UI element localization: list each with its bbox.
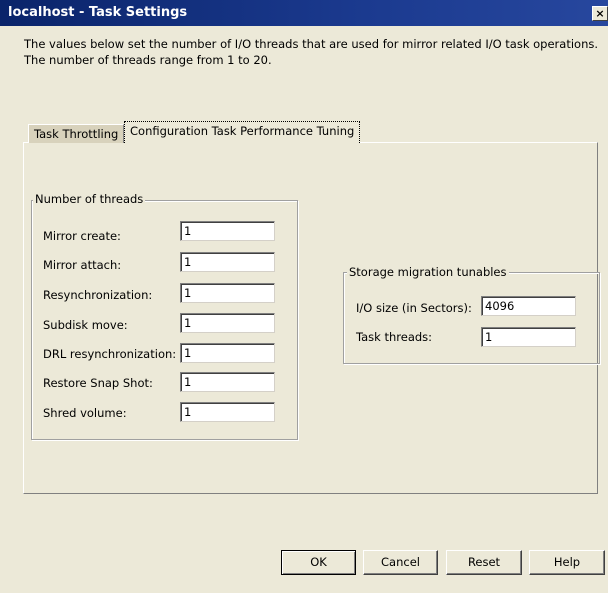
io-size-label: I/O size (in Sectors): xyxy=(356,301,472,315)
subdisk-move-input[interactable]: 1 xyxy=(180,313,275,333)
storage-migration-group xyxy=(343,272,600,364)
resynchronization-label: Resynchronization: xyxy=(43,288,153,302)
mirror-create-label: Mirror create: xyxy=(43,229,121,243)
description: The values below set the number of I/O t… xyxy=(24,36,604,68)
resynchronization-input[interactable]: 1 xyxy=(180,283,275,303)
title-bar: localhost - Task Settings × xyxy=(0,0,608,26)
subdisk-move-label: Subdisk move: xyxy=(43,318,128,332)
tab-configuration-task-performance-tuning[interactable]: Configuration Task Performance Tuning xyxy=(124,121,361,143)
cancel-button[interactable]: Cancel xyxy=(363,550,438,575)
number-of-threads-legend: Number of threads xyxy=(33,192,146,206)
shred-volume-label: Shred volume: xyxy=(43,406,127,420)
reset-button[interactable]: Reset xyxy=(446,550,522,575)
tab-task-throttling[interactable]: Task Throttling xyxy=(28,124,125,143)
restore-snap-shot-input[interactable]: 1 xyxy=(180,372,275,392)
close-icon: × xyxy=(595,7,605,20)
description-line-2: The number of threads range from 1 to 20… xyxy=(24,53,272,67)
task-threads-input[interactable]: 1 xyxy=(481,327,576,347)
window-title: localhost - Task Settings xyxy=(8,5,188,20)
storage-migration-legend: Storage migration tunables xyxy=(347,265,509,279)
help-button[interactable]: Help xyxy=(529,550,605,575)
drl-resynchronization-label: DRL resynchronization: xyxy=(43,347,177,361)
ok-button[interactable]: OK xyxy=(281,550,356,575)
restore-snap-shot-label: Restore Snap Shot: xyxy=(43,376,153,390)
task-threads-label: Task threads: xyxy=(356,330,433,344)
shred-volume-input[interactable]: 1 xyxy=(180,402,275,422)
description-line-1: The values below set the number of I/O t… xyxy=(24,37,599,51)
mirror-attach-label: Mirror attach: xyxy=(43,258,122,272)
close-button[interactable]: × xyxy=(592,6,608,21)
drl-resynchronization-input[interactable]: 1 xyxy=(180,343,275,363)
mirror-attach-input[interactable]: 1 xyxy=(180,252,275,272)
io-size-input[interactable]: 4096 xyxy=(481,296,576,316)
mirror-create-input[interactable]: 1 xyxy=(180,221,275,241)
